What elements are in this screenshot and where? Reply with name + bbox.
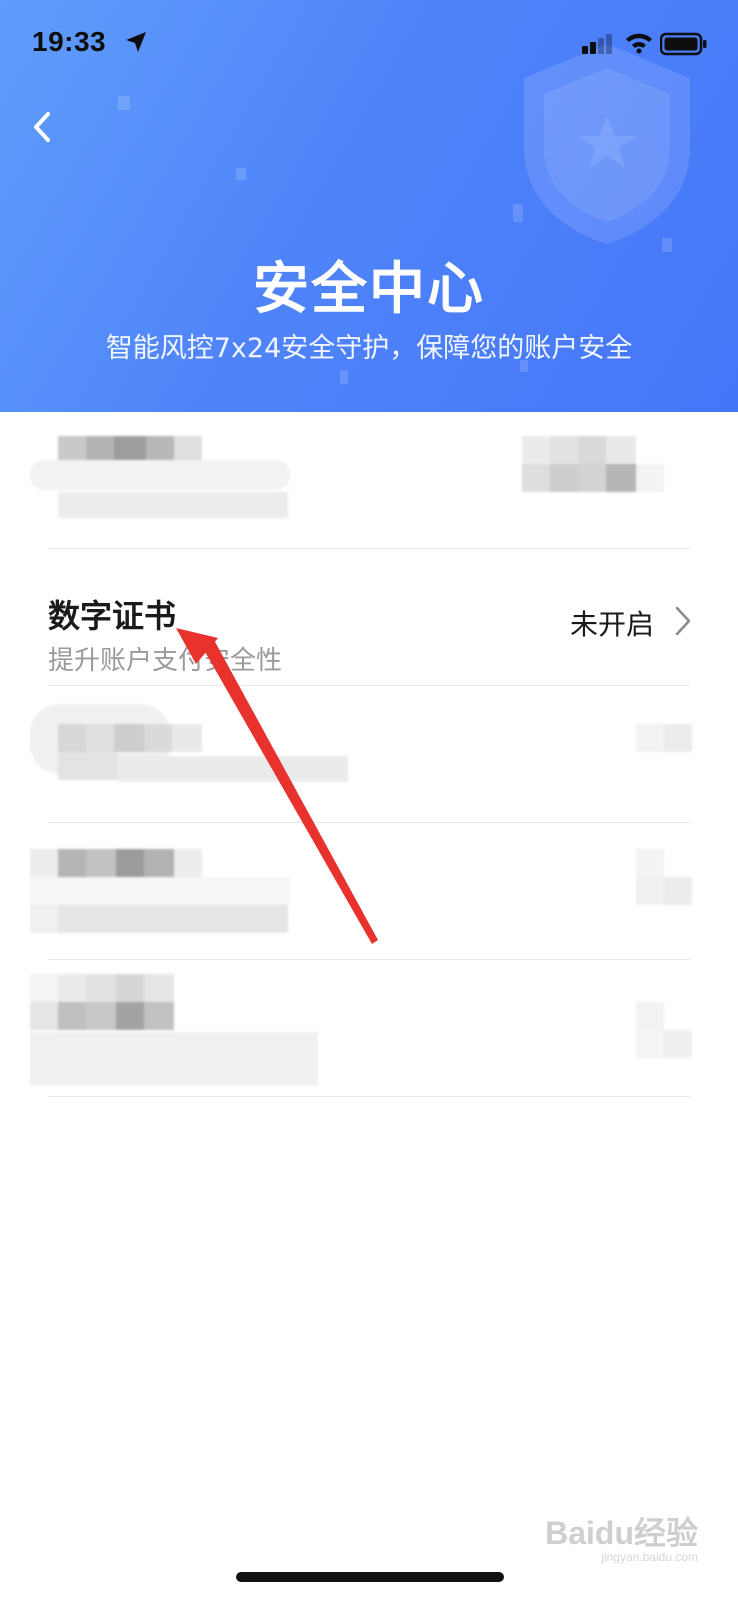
header: 19:33 安全中心 智能风控7x24安全守护，保障您的账户安全 xyxy=(0,0,738,412)
security-settings-list: 数字证书 提升账户支付安全性 未开启 xyxy=(0,412,738,1097)
wifi-icon xyxy=(626,33,652,54)
signal-icon xyxy=(582,34,612,54)
obscured-content xyxy=(30,849,710,959)
divider xyxy=(48,1096,690,1097)
row-description: 提升账户支付安全性 xyxy=(48,646,283,676)
chevron-right-icon xyxy=(675,606,691,636)
list-item[interactable] xyxy=(0,960,738,1097)
back-icon[interactable] xyxy=(24,104,64,150)
home-indicator[interactable] xyxy=(236,1572,504,1582)
battery-icon xyxy=(660,32,707,56)
watermark-brand: Baidu经验 xyxy=(545,1515,698,1551)
decor-square xyxy=(236,168,246,180)
decor-square xyxy=(340,370,348,384)
obscured-content xyxy=(30,974,710,1094)
row-status: 未开启 xyxy=(569,608,654,641)
list-item[interactable] xyxy=(0,412,738,549)
decor-square xyxy=(118,96,130,110)
status-bar: 19:33 xyxy=(0,0,738,90)
list-item[interactable] xyxy=(0,823,738,960)
obscured-content xyxy=(30,436,710,536)
location-arrow-icon xyxy=(126,32,146,52)
row-title: 数字证书 xyxy=(48,597,177,635)
list-item[interactable] xyxy=(0,686,738,823)
list-item-digital-certificate[interactable]: 数字证书 提升账户支付安全性 未开启 xyxy=(0,549,738,686)
page-title: 安全中心 xyxy=(253,257,485,322)
obscured-content xyxy=(30,704,710,814)
page-subtitle: 智能风控7x24安全守护，保障您的账户安全 xyxy=(105,333,633,364)
status-time: 19:33 xyxy=(32,26,107,57)
watermark-url: jingyan.baidu.com xyxy=(601,1550,698,1564)
